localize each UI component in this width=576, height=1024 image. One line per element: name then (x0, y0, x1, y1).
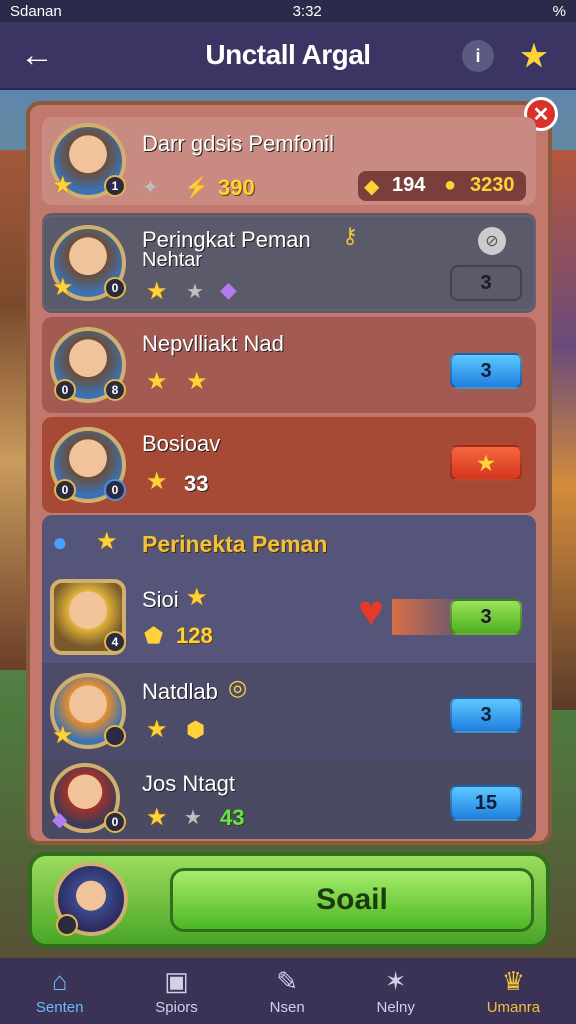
list-item[interactable]: ★ Natdlab ◎ ★ ⬢ 3 (42, 663, 536, 759)
section-title: Perinekta Peman (142, 531, 328, 557)
rank-button[interactable]: 15 (450, 785, 522, 821)
crystal-icon: ◆ (52, 809, 68, 831)
currency-b-value: 3230 (470, 174, 515, 196)
heart-icon: ♥ (358, 587, 385, 636)
key-icon: ⚷ (342, 223, 359, 248)
currency-a-value: 194 (392, 174, 426, 196)
star-icon: ★ (52, 274, 74, 301)
social-button[interactable]: Soail (170, 868, 534, 932)
list-item[interactable]: 0 8 Nepvlliakt Nad ★ ★ 3 (42, 317, 536, 413)
gray-star-icon: ★ (184, 807, 202, 829)
player-name: Jos Ntagt (142, 771, 235, 796)
nav-label: Senten (35, 999, 84, 1016)
player-score: 33 (184, 471, 209, 496)
rank-button[interactable]: 3 (450, 265, 522, 301)
nav-rewards[interactable]: ♛ Umanra (487, 966, 540, 1016)
friends-icon: ✶ (384, 966, 407, 996)
coin-badge (56, 914, 78, 936)
status-bar: Sdanan 3:32 % (0, 0, 576, 22)
bolt-icon: ⚡ (184, 177, 209, 199)
list-item[interactable]: 4 Sioi ★ ⬟ 128 ♥ 3 (42, 573, 536, 663)
nav-items[interactable]: ✎ Nsen (270, 966, 305, 1016)
gem-icon: ● (52, 527, 68, 557)
portrait-icon: ▣ (164, 966, 189, 996)
rank-badge: 0 (104, 479, 126, 501)
favorite-button[interactable]: ★ (450, 445, 522, 481)
rank-button[interactable]: 3 (450, 697, 522, 733)
carrier-text: Sdanan (10, 2, 62, 20)
player-name: Bosioav (142, 431, 221, 456)
star-icon: ★ (146, 278, 168, 305)
player-subtitle: Nehtar (142, 249, 203, 271)
star-icon: ★ (146, 716, 168, 743)
app-header: ← Unctall Argal i ★ (0, 22, 576, 90)
gray-star-icon: ★ (186, 281, 204, 303)
nav-label: Nelny (376, 999, 415, 1016)
back-arrow-icon[interactable]: ← (20, 36, 54, 75)
top-player-row[interactable]: ★ 1 Darr gdsis Pemfonil ✦ ⚡ 390 ◆ 194 ● … (42, 117, 536, 205)
coin-icon: ● (444, 174, 457, 196)
battery-indicator: % (552, 2, 566, 20)
star-icon: ★ (96, 528, 118, 555)
nav-label: Umanra (486, 999, 541, 1016)
star-icon: ★ (146, 804, 168, 831)
nav-home[interactable]: ⌂ Senten (36, 966, 84, 1016)
coin-stack-icon: ◎ (228, 675, 248, 700)
crystal-icon: ◆ (220, 277, 237, 302)
shield-icon: ⬟ (144, 623, 164, 648)
star-icon: ★ (52, 172, 74, 199)
list-item[interactable]: ◆ 0 Jos Ntagt ★ ★ 43 15 (42, 759, 536, 839)
player-name: Sioi (142, 587, 179, 612)
player-score: 128 (176, 623, 213, 648)
scroll-icon: ✎ (276, 966, 299, 996)
star-icon: ★ (146, 368, 168, 395)
currency-box: ◆ 194 ● 3230 (358, 171, 526, 201)
no-sign-icon: ⊘ (478, 227, 506, 255)
bottom-navigation: ⌂ Senten ▣ Spiors ✎ Nsen ✶ Nelny ♛ Umanr… (0, 958, 576, 1024)
rank-button[interactable]: 3 (450, 353, 522, 389)
section-header: ● ★ Perinekta Peman (42, 515, 536, 573)
clock-text: 3:32 (292, 2, 322, 20)
star-icon: ★ (186, 368, 208, 395)
player-name: Darr gdsis Pemfonil (142, 131, 334, 156)
player-name: Nepvlliakt Nad (142, 331, 284, 356)
nav-friends[interactable]: ✶ Nelny (377, 966, 415, 1016)
star-icon: ★ (186, 584, 208, 611)
trophy-icon: ♛ (501, 966, 526, 996)
level-badge (104, 725, 126, 747)
rank-badge: 8 (104, 379, 126, 401)
level-badge: 0 (54, 379, 76, 401)
player-score: 43 (220, 805, 245, 830)
info-icon[interactable]: i (462, 40, 494, 72)
score-value: 390 (218, 175, 255, 200)
star-icon: ★ (146, 468, 168, 495)
nav-label: Spiors (155, 999, 198, 1016)
home-icon: ⌂ (51, 966, 68, 996)
list-item[interactable]: 0 0 Bosioav ★ 33 ★ (42, 417, 536, 513)
leaderboard-panel: ✕ ★ 1 Darr gdsis Pemfonil ✦ ⚡ 390 ◆ 194 … (26, 97, 558, 845)
gem-icon: ◆ (364, 176, 380, 198)
level-badge: 0 (104, 811, 126, 833)
level-badge: 0 (54, 479, 76, 501)
level-badge: 0 (104, 277, 126, 299)
player-name: Natdlab (142, 679, 218, 704)
level-badge: 1 (104, 175, 126, 197)
star-notification-icon[interactable]: ★ (518, 40, 550, 73)
list-item[interactable]: ★ 0 Peringkat Peman ⚷ Nehtar ★ ★ ◆ ⊘ 3 (42, 213, 536, 313)
page-title: Unctall Argal (205, 39, 371, 70)
level-badge: 4 (104, 631, 126, 653)
action-bar: Soail (28, 852, 550, 948)
rank-button[interactable]: 3 (450, 599, 522, 635)
nav-label: Nsen (269, 999, 305, 1016)
nav-sports[interactable]: ▣ Spiors (155, 966, 198, 1016)
shield-icon: ⬢ (186, 717, 206, 742)
gear-icon: ✦ (142, 177, 159, 199)
star-icon: ★ (52, 722, 74, 749)
